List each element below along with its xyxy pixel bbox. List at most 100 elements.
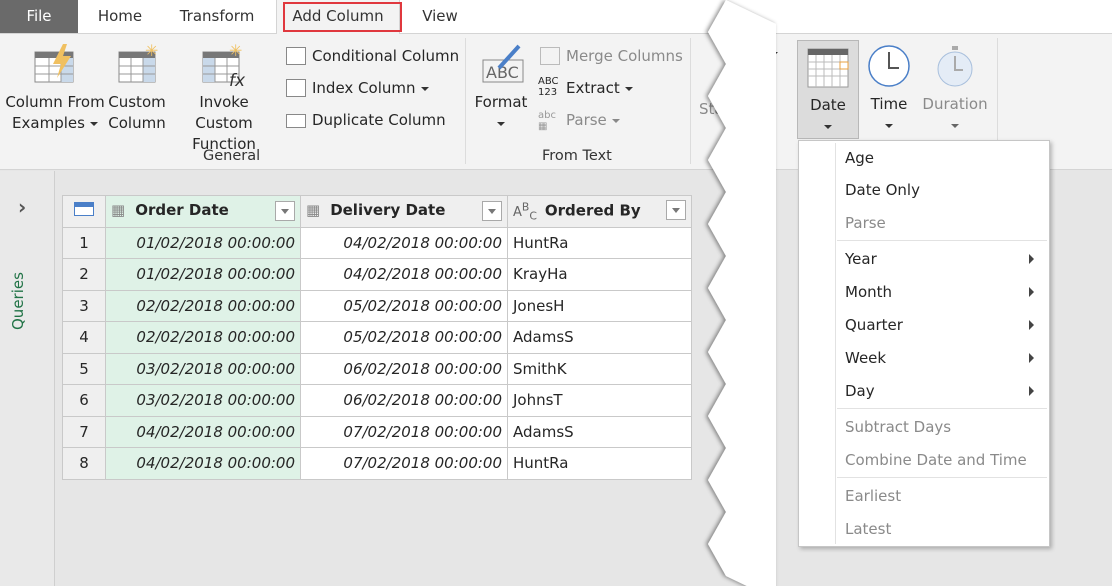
tab-home[interactable]: Home	[86, 0, 154, 33]
table-cell[interactable]: SmithK	[507, 352, 692, 385]
format-icon: ABC	[482, 44, 524, 83]
row-number[interactable]: 5	[62, 352, 106, 385]
duration-button[interactable]: Duration	[920, 44, 990, 136]
extract-button[interactable]: ABC 123 Extract	[538, 76, 633, 100]
table-cell[interactable]: 06/02/2018 00:00:00	[300, 384, 508, 417]
table-cell[interactable]: KrayHa	[507, 258, 692, 291]
table-icon	[74, 202, 94, 217]
menu-item-week[interactable]: Week	[845, 346, 1040, 370]
parse-icon: abc ▦	[538, 110, 556, 132]
table-row[interactable]: 1 01/02/2018 00:00:00 04/02/2018 00:00:00 H…	[62, 226, 692, 259]
menu-item-label: Month	[845, 283, 893, 301]
svg-text:fx: fx	[229, 71, 246, 86]
menu-item-age[interactable]: Age	[845, 146, 1040, 170]
submenu-arrow-icon	[1029, 287, 1034, 297]
menu-item-latest[interactable]: Latest	[845, 517, 1040, 541]
column-filter-button[interactable]	[275, 201, 295, 222]
torn-edge	[708, 0, 776, 586]
highlight-box	[283, 2, 402, 32]
column-header-ordered-by[interactable]: ABC Ordered By	[507, 195, 692, 228]
custom-column-button[interactable]: ✳ Custom Column	[106, 42, 168, 134]
table-cell[interactable]: 04/02/2018 00:00:00	[300, 258, 508, 291]
menu-item-label: Age	[845, 149, 875, 167]
menu-item-subtract-days[interactable]: Subtract Days	[845, 415, 1040, 439]
menu-separator	[837, 240, 1047, 241]
menu-item-parse[interactable]: Parse	[845, 211, 1040, 235]
menu-item-day[interactable]: Day	[845, 379, 1040, 403]
menu-item-date-only[interactable]: Date Only	[845, 178, 1040, 202]
table-row[interactable]: 7 04/02/2018 00:00:00 07/02/2018 00:00:00 A…	[62, 415, 692, 448]
column-filter-button[interactable]	[666, 200, 686, 221]
table-cell[interactable]: 04/02/2018 00:00:00	[300, 226, 508, 259]
table-row[interactable]: 8 04/02/2018 00:00:00 07/02/2018 00:00:00 H…	[62, 447, 692, 480]
menu-item-label: Latest	[845, 520, 892, 538]
table-cell[interactable]: AdamsS	[507, 415, 692, 448]
table-cell[interactable]: 04/02/2018 00:00:00	[105, 415, 301, 448]
tab-view[interactable]: View	[410, 0, 470, 33]
menu-item-quarter[interactable]: Quarter	[845, 313, 1040, 337]
parse-button[interactable]: abc ▦ Parse	[538, 108, 620, 132]
tab-transform[interactable]: Transform	[170, 0, 264, 33]
custom-column-icon: ✳	[118, 42, 158, 83]
table-row[interactable]: 6 03/02/2018 00:00:00 06/02/2018 00:00:00 J…	[62, 384, 692, 417]
time-button[interactable]: Time	[862, 44, 916, 136]
invoke-custom-function-button[interactable]: ✳ fx Invoke Custom Function	[170, 42, 278, 155]
table-cell[interactable]: 07/02/2018 00:00:00	[300, 447, 508, 480]
table-cell[interactable]: 01/02/2018 00:00:00	[105, 258, 301, 291]
menu-item-earliest[interactable]: Earliest	[845, 484, 1040, 508]
queries-pane-label[interactable]: Queries	[9, 272, 27, 330]
table-cell[interactable]: 04/02/2018 00:00:00	[105, 447, 301, 480]
menu-item-month[interactable]: Month	[845, 280, 1040, 304]
conditional-column-button[interactable]: Conditional Column	[284, 44, 459, 68]
table-row[interactable]: 5 03/02/2018 00:00:00 06/02/2018 00:00:00 S…	[62, 352, 692, 385]
format-button[interactable]: ABC Format	[472, 42, 530, 134]
table-cell[interactable]: 03/02/2018 00:00:00	[105, 384, 301, 417]
menu-item-year[interactable]: Year	[845, 247, 1040, 271]
stopwatch-icon	[937, 46, 973, 87]
row-number[interactable]: 6	[62, 384, 106, 417]
menu-item-label: Date Only	[845, 181, 920, 199]
row-number[interactable]: 4	[62, 321, 106, 354]
row-number[interactable]: 2	[62, 258, 106, 291]
table-cell[interactable]: HuntRa	[507, 447, 692, 480]
data-grid: ▦ Order Date ▦ Delivery Date ABC Ordered By…	[62, 195, 692, 480]
column-from-examples-button[interactable]: Column From Examples	[4, 42, 106, 134]
column-header-order-date[interactable]: ▦ Order Date	[105, 195, 301, 228]
table-cell[interactable]: 02/02/2018 00:00:00	[105, 289, 301, 322]
menu-item-combine-date-and-time[interactable]: Combine Date and Time	[845, 448, 1040, 472]
menu-item-label: Subtract Days	[845, 418, 952, 436]
column-filter-button[interactable]	[482, 201, 502, 222]
row-number[interactable]: 8	[62, 447, 106, 480]
invoke-function-icon: ✳ fx	[202, 42, 246, 86]
tab-file[interactable]: File	[0, 0, 78, 33]
row-number[interactable]: 3	[62, 289, 106, 322]
table-menu-button[interactable]	[62, 195, 106, 228]
table-row[interactable]: 2 01/02/2018 00:00:00 04/02/2018 00:00:00 K…	[62, 258, 692, 291]
duplicate-column-button[interactable]: Duplicate Column	[284, 108, 446, 132]
table-cell[interactable]: JonesH	[507, 289, 692, 322]
row-number[interactable]: 1	[62, 226, 106, 259]
submenu-arrow-icon	[1029, 386, 1034, 396]
row-number[interactable]: 7	[62, 415, 106, 448]
index-column-button[interactable]: Index Column	[284, 76, 429, 100]
queries-pane[interactable]: ›	[0, 171, 55, 586]
merge-columns-button[interactable]: Merge Columns	[538, 44, 683, 68]
table-row[interactable]: 3 02/02/2018 00:00:00 05/02/2018 00:00:00 J…	[62, 289, 692, 322]
menu-separator	[837, 408, 1047, 409]
column-from-examples-icon	[34, 44, 74, 83]
menu-separator	[837, 477, 1047, 478]
group-label-general: General	[203, 148, 261, 164]
table-cell[interactable]: JohnsT	[507, 384, 692, 417]
table-cell[interactable]: 05/02/2018 00:00:00	[300, 321, 508, 354]
table-cell[interactable]: 07/02/2018 00:00:00	[300, 415, 508, 448]
table-cell[interactable]: 02/02/2018 00:00:00	[105, 321, 301, 354]
expand-chevron-icon[interactable]: ›	[18, 195, 26, 219]
column-header-delivery-date[interactable]: ▦ Delivery Date	[300, 195, 508, 228]
table-cell[interactable]: AdamsS	[507, 321, 692, 354]
table-cell[interactable]: 01/02/2018 00:00:00	[105, 226, 301, 259]
table-cell[interactable]: 06/02/2018 00:00:00	[300, 352, 508, 385]
table-cell[interactable]: 05/02/2018 00:00:00	[300, 289, 508, 322]
table-cell[interactable]: 03/02/2018 00:00:00	[105, 352, 301, 385]
table-row[interactable]: 4 02/02/2018 00:00:00 05/02/2018 00:00:00 A…	[62, 321, 692, 354]
table-cell[interactable]: HuntRa	[507, 226, 692, 259]
